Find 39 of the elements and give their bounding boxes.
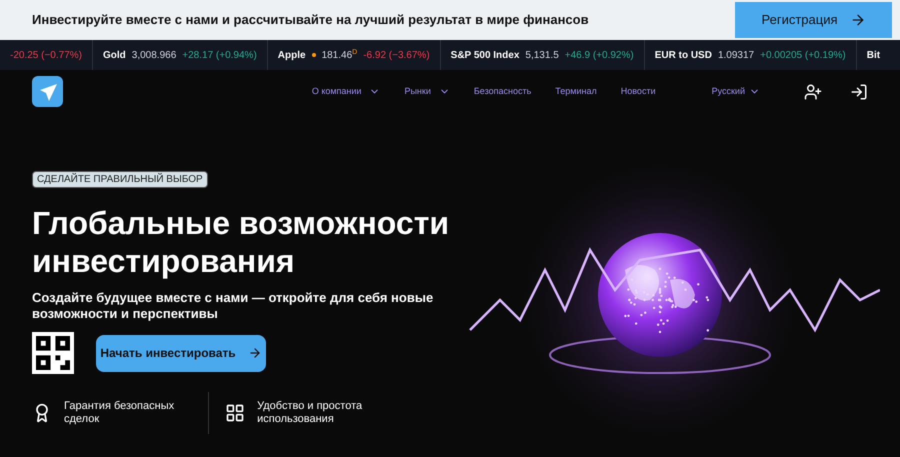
ticker-price: 3,008.966 — [132, 48, 176, 62]
ticker-change: +0.00205 (+0.19%) — [760, 48, 846, 62]
login-icon[interactable] — [850, 82, 868, 100]
register-button[interactable]: Регистрация — [735, 2, 892, 38]
logo-icon[interactable] — [32, 76, 63, 107]
ticker-item[interactable]: Apple 181.46$^{D}$ -6.92 (−3.67%) — [268, 40, 441, 70]
nav-link[interactable]: Новости — [620, 84, 656, 98]
tagline-badge: СДЕЛАЙТЕ ПРАВИЛЬНЫЙ ВЫБОР — [32, 171, 208, 188]
ticker-symbol: S&P 500 Index — [450, 48, 520, 62]
grid-icon — [225, 403, 246, 423]
ticker-item[interactable]: S&P 500 Index 5,131.5 +46.9 (+0.92%) — [440, 40, 645, 70]
feature-text: Гарантия безопасных сделок — [64, 400, 174, 426]
banner-text: Инвестируйте вместе с нами и рассчитывайте на лучший результат в мире финансов — [32, 11, 589, 30]
ticker-symbol: EUR to USD — [654, 48, 712, 62]
ticker-price: 181.46$^{D}$ — [322, 48, 358, 62]
ticker-price: 1.09317 — [718, 48, 754, 62]
qr-code-icon — [32, 332, 74, 374]
hero-subtitle: Создайте будущее вместе с нами — откройте для себя новые возможности и перспективы — [32, 290, 434, 322]
user-add-icon[interactable] — [804, 82, 822, 100]
ticker-change: -6.92 (−3.67%) — [363, 48, 430, 62]
ticker-change: +28.17 (+0.94%) — [182, 48, 257, 62]
ticker-change: -20.25 (−0.77%) — [10, 48, 82, 62]
nav-link[interactable]: Терминал — [555, 84, 597, 98]
ticker-symbol: Bit — [866, 48, 880, 62]
nav-link[interactable]: Безопасность — [474, 84, 532, 98]
ticker-item[interactable]: Bit — [856, 40, 890, 70]
ticker-price: 5,131.5 — [525, 48, 559, 62]
start-investing-button[interactable]: Начать инвестировать — [96, 334, 266, 372]
nav-link[interactable]: Рынки — [404, 84, 450, 98]
ticker-item[interactable]: EUR to USD 1.09317 +0.00205 (+0.19%) — [644, 40, 857, 70]
ticker-symbol: Apple — [278, 48, 306, 62]
ticker-symbol: Gold — [103, 48, 126, 62]
ticker-item[interactable]: Gold 3,008.966 +28.17 (+0.94%) — [93, 40, 268, 70]
hero-title: Глобальные возможности инвестирования — [32, 204, 450, 280]
language-select[interactable]: Русский — [712, 84, 760, 98]
nav-link[interactable]: О компании — [312, 84, 380, 98]
ticker-change: +46.9 (+0.92%) — [564, 48, 634, 62]
ticker-item[interactable]: -20.25 (−0.77%) — [0, 40, 93, 70]
feature-text: Удобство и простота использования — [257, 400, 362, 426]
